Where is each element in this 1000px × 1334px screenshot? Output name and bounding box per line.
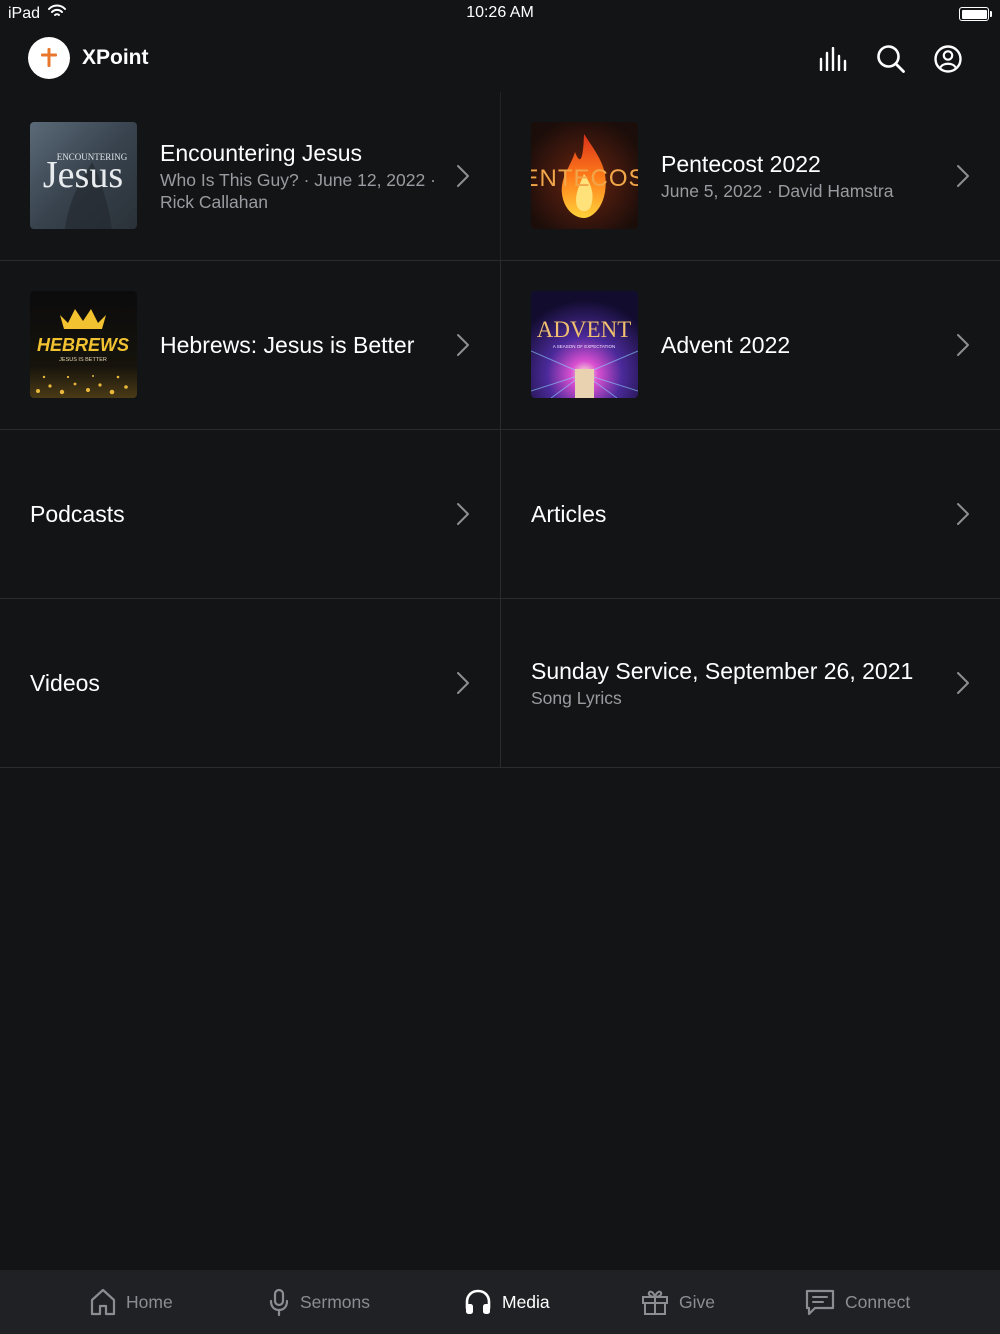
tab-give[interactable]: Give	[641, 1270, 715, 1334]
grid-row: HEBREWS JESUS IS BETTER Hebrews: Jesus i…	[0, 261, 1000, 430]
app-logo[interactable]	[28, 37, 70, 79]
svg-text:JESUS IS BETTER: JESUS IS BETTER	[59, 357, 107, 363]
chevron-right-icon	[957, 503, 969, 525]
message-icon	[805, 1289, 835, 1316]
microphone-icon	[269, 1288, 289, 1316]
status-bar: iPad 10:26 AM	[0, 0, 1000, 28]
media-item-encountering-jesus[interactable]: ENCOUNTERING Jesus Encountering Jesus Wh…	[0, 92, 501, 260]
media-item-advent-2022[interactable]: ADVENT A SEASON OF EXPECTATION Advent 20…	[501, 261, 1000, 429]
app-header: XPoint	[0, 28, 1000, 90]
account-button[interactable]	[929, 42, 966, 76]
chevron-right-icon	[457, 334, 469, 356]
cross-logo-icon	[41, 48, 57, 67]
media-item-text: Encountering Jesus Who Is This Guy? · Ju…	[160, 92, 440, 260]
media-item-videos[interactable]: Videos	[0, 599, 501, 767]
tab-label: Connect	[845, 1291, 911, 1312]
status-time: 10:26 AM	[466, 4, 534, 21]
media-item-articles[interactable]: Articles	[501, 430, 1000, 598]
svg-text:HEBREWS: HEBREWS	[37, 335, 129, 355]
svg-text:ENTECOS: ENTECOS	[531, 165, 638, 192]
chevron-right-icon	[457, 503, 469, 525]
grid-row: Podcasts Articles	[0, 430, 1000, 599]
user-circle-icon	[933, 45, 962, 73]
media-screen: iPad 10:26 AM XPoint ENCOUNTERING Jesus …	[0, 0, 1000, 1334]
app-title: XPoint	[82, 46, 149, 69]
media-item-title: Hebrews: Jesus is Better	[160, 332, 415, 358]
media-item-hebrews[interactable]: HEBREWS JESUS IS BETTER Hebrews: Jesus i…	[0, 261, 501, 429]
media-item-text: Podcasts	[30, 430, 440, 598]
media-item-title: Encountering Jesus	[160, 140, 363, 166]
tab-connect[interactable]: Connect	[805, 1270, 910, 1334]
media-item-subtitle: Song Lyrics	[531, 688, 622, 708]
header-actions	[815, 42, 966, 76]
tab-media[interactable]: Media	[464, 1270, 550, 1334]
svg-text:Jesus: Jesus	[43, 154, 123, 196]
gift-icon	[642, 1290, 668, 1315]
media-item-podcasts[interactable]: Podcasts	[0, 430, 501, 598]
tab-sermons[interactable]: Sermons	[268, 1270, 370, 1334]
media-item-sunday-service[interactable]: Sunday Service, September 26, 2021 Song …	[501, 599, 1000, 767]
headphones-icon	[465, 1289, 491, 1314]
media-item-title: Pentecost 2022	[661, 151, 821, 177]
svg-text:ADVENT: ADVENT	[537, 317, 632, 342]
battery-icon	[959, 7, 992, 21]
grid-row: ENCOUNTERING Jesus Encountering Jesus Wh…	[0, 92, 1000, 261]
tab-label: Home	[126, 1291, 173, 1312]
encountering-jesus-artwork: ENCOUNTERING Jesus	[30, 122, 137, 229]
media-item-text: Sunday Service, September 26, 2021 Song …	[531, 599, 940, 767]
chevron-right-icon	[457, 672, 469, 694]
svg-text:A SEASON OF EXPECTATION: A SEASON OF EXPECTATION	[553, 344, 616, 349]
media-item-text: Videos	[30, 599, 440, 767]
now-playing-button[interactable]	[815, 42, 852, 76]
advent-artwork: ADVENT A SEASON OF EXPECTATION	[531, 291, 638, 398]
media-item-title: Videos	[30, 670, 100, 696]
media-grid: ENCOUNTERING Jesus Encountering Jesus Wh…	[0, 92, 1000, 768]
media-item-pentecost-2022[interactable]: ENTECOS Pentecost 2022 June 5, 2022 · Da…	[501, 92, 1000, 260]
chevron-right-icon	[957, 672, 969, 694]
media-item-text: Pentecost 2022 June 5, 2022 · David Hams…	[661, 92, 940, 260]
media-item-title: Sunday Service, September 26, 2021	[531, 658, 914, 684]
chevron-right-icon	[957, 165, 969, 187]
tab-label: Sermons	[300, 1291, 371, 1312]
search-button[interactable]	[872, 42, 909, 76]
chevron-right-icon	[457, 165, 469, 187]
tab-label: Give	[679, 1291, 715, 1312]
media-item-text: Advent 2022	[661, 261, 940, 429]
media-item-text: Hebrews: Jesus is Better	[160, 261, 440, 429]
hebrews-artwork: HEBREWS JESUS IS BETTER	[30, 291, 137, 398]
search-icon	[876, 45, 905, 73]
home-icon	[90, 1288, 116, 1316]
grid-row: Videos Sunday Service, September 26, 202…	[0, 599, 1000, 768]
media-item-subtitle: June 5, 2022 · David Hamstra	[661, 181, 894, 201]
tab-home[interactable]: Home	[90, 1270, 173, 1334]
media-item-title: Articles	[531, 501, 607, 527]
media-item-title: Advent 2022	[661, 332, 791, 358]
media-item-subtitle: Who Is This Guy? · June 12, 2022 · Rick …	[160, 170, 436, 212]
audio-levels-icon	[819, 47, 846, 71]
media-item-text: Articles	[531, 430, 940, 598]
chevron-right-icon	[957, 334, 969, 356]
tab-label: Media	[502, 1291, 550, 1312]
media-item-title: Podcasts	[30, 501, 125, 527]
tab-bar: Home Sermons Media Give Connect	[0, 1270, 1000, 1334]
pentecost-artwork: ENTECOS	[531, 122, 638, 229]
